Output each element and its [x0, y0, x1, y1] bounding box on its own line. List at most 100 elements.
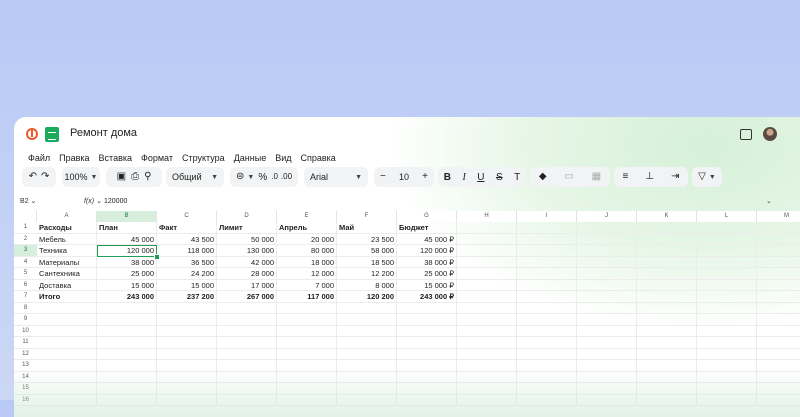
row-header[interactable]: 9 [14, 314, 37, 326]
table-cell[interactable] [577, 245, 637, 257]
table-cell[interactable]: 45 000 ₽ [397, 233, 457, 245]
menu-edit[interactable]: Правка [59, 150, 89, 166]
table-cell[interactable] [457, 245, 517, 257]
table-cell[interactable]: 80 000 [277, 245, 337, 257]
table-cell[interactable] [217, 337, 277, 349]
print-icon[interactable]: ⎙ [131, 167, 139, 187]
table-cell[interactable]: Факт [157, 222, 217, 234]
table-cell[interactable]: 42 000 [217, 256, 277, 268]
table-cell[interactable] [637, 360, 697, 372]
menu-structure[interactable]: Структура [182, 150, 225, 166]
table-cell[interactable] [517, 302, 577, 314]
table-cell[interactable] [217, 314, 277, 326]
row-header[interactable]: 16 [14, 395, 37, 406]
table-cell[interactable] [217, 394, 277, 406]
mts-logo-icon[interactable] [26, 128, 38, 140]
table-cell[interactable]: 18 500 [337, 256, 397, 268]
table-cell[interactable] [517, 360, 577, 372]
table-cell[interactable] [97, 337, 157, 349]
table-cell[interactable] [37, 325, 97, 337]
table-cell[interactable] [337, 383, 397, 395]
table-cell[interactable]: 120 000 ₽ [397, 245, 457, 257]
table-cell[interactable] [397, 302, 457, 314]
vertical-align-icon[interactable]: ⊥ [645, 167, 654, 187]
row-header[interactable]: 13 [14, 360, 37, 372]
table-cell[interactable] [577, 314, 637, 326]
table-cell[interactable] [277, 337, 337, 349]
column-header[interactable]: L [697, 211, 757, 222]
comments-icon[interactable] [740, 129, 752, 140]
column-header[interactable]: F [337, 211, 397, 222]
table-cell[interactable] [577, 325, 637, 337]
table-cell[interactable] [757, 280, 800, 291]
save-icon[interactable]: ▣ [117, 167, 126, 187]
currency-icon[interactable]: ⊜ [236, 167, 244, 187]
table-cell[interactable] [37, 314, 97, 326]
table-cell[interactable] [397, 383, 457, 395]
column-header[interactable]: I [517, 211, 577, 222]
table-cell[interactable] [457, 233, 517, 245]
table-cell[interactable] [337, 394, 397, 406]
fill-handle[interactable] [154, 253, 160, 260]
row-header[interactable]: 7 [14, 291, 37, 303]
table-cell[interactable] [217, 360, 277, 372]
borders-icon[interactable]: ▦ [592, 167, 601, 187]
table-cell[interactable] [277, 371, 337, 383]
table-cell[interactable] [97, 394, 157, 406]
table-cell[interactable] [457, 371, 517, 383]
table-cell[interactable]: 28 000 [217, 268, 277, 280]
increase-decimal-icon[interactable]: .00 [281, 167, 292, 187]
undo-icon[interactable]: ↶ [29, 167, 37, 187]
table-cell[interactable] [157, 371, 217, 383]
table-cell[interactable]: 12 200 [337, 268, 397, 280]
table-cell[interactable] [757, 234, 800, 245]
formula-input[interactable]: 120000 [104, 195, 127, 209]
table-cell[interactable] [577, 302, 637, 314]
row-header[interactable]: 15 [14, 383, 37, 395]
redo-icon[interactable]: ↷ [41, 167, 49, 187]
table-cell[interactable]: 38 000 [97, 256, 157, 268]
column-header[interactable]: J [577, 211, 637, 222]
table-cell[interactable] [637, 314, 697, 326]
row-header[interactable]: 8 [14, 303, 37, 314]
table-cell[interactable] [697, 245, 757, 257]
table-cell[interactable] [577, 233, 637, 245]
table-cell[interactable] [277, 302, 337, 314]
table-cell[interactable] [217, 348, 277, 360]
table-cell[interactable] [637, 325, 697, 337]
table-cell[interactable] [697, 360, 757, 372]
table-cell[interactable]: Май [337, 222, 397, 234]
table-cell[interactable] [757, 291, 800, 303]
row-header[interactable]: 4 [14, 257, 37, 268]
table-cell[interactable] [577, 279, 637, 291]
zoom-select[interactable]: 100% ▼ [62, 167, 100, 187]
paint-format-icon[interactable]: ⚲ [144, 167, 151, 187]
table-cell[interactable]: Апрель [277, 222, 337, 234]
menu-format[interactable]: Формат [141, 150, 173, 166]
table-cell[interactable] [637, 279, 697, 291]
table-cell[interactable]: Сантехника [37, 268, 97, 280]
table-cell[interactable] [337, 325, 397, 337]
table-cell[interactable]: 117 000 [277, 291, 337, 303]
table-cell[interactable] [637, 291, 697, 303]
table-cell[interactable]: Расходы [37, 222, 97, 234]
column-header[interactable]: C [157, 211, 217, 222]
column-header[interactable]: B [97, 211, 157, 222]
table-cell[interactable] [97, 383, 157, 395]
table-cell[interactable]: 243 000 [97, 291, 157, 303]
decrease-font-size-button[interactable]: − [380, 167, 386, 187]
text-wrap-icon[interactable]: ⇥ [671, 167, 679, 187]
table-cell[interactable] [337, 337, 397, 349]
menu-view[interactable]: Вид [275, 150, 291, 166]
table-cell[interactable] [757, 268, 800, 280]
table-cell[interactable] [457, 279, 517, 291]
horizontal-align-icon[interactable]: ≡ [623, 167, 629, 187]
table-cell[interactable] [457, 222, 517, 234]
table-cell[interactable] [577, 383, 637, 395]
table-cell[interactable] [637, 383, 697, 395]
table-cell[interactable] [697, 279, 757, 291]
table-cell[interactable] [517, 348, 577, 360]
table-cell[interactable] [637, 222, 697, 234]
table-cell[interactable]: 8 000 [337, 279, 397, 291]
table-cell[interactable] [457, 348, 517, 360]
